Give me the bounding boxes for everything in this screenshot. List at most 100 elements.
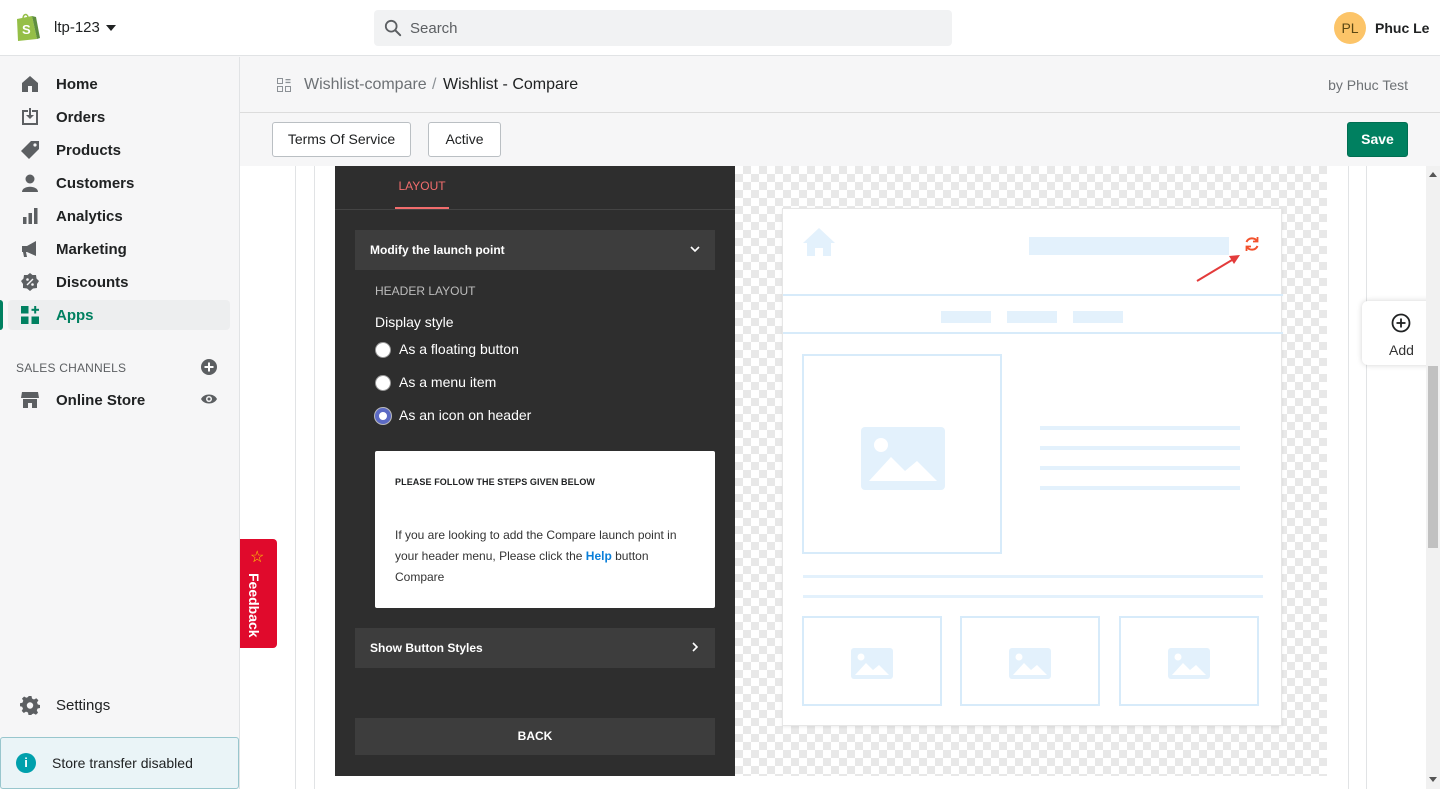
- sidebar-item-settings[interactable]: Settings: [8, 690, 230, 720]
- shopify-logo-icon[interactable]: S: [14, 12, 40, 42]
- home-icon: [22, 76, 38, 92]
- divider: [1348, 166, 1349, 789]
- radio-menu-item[interactable]: [375, 375, 391, 391]
- user-name[interactable]: Phuc Le: [1375, 20, 1429, 36]
- search-input[interactable]: Search: [410, 20, 458, 37]
- accordion-label: Modify the launch point: [370, 243, 505, 257]
- pointer-arrow-icon: [1196, 255, 1240, 282]
- sales-channels-title: SALES CHANNELS: [16, 361, 127, 375]
- sidebar-item-label: Marketing: [56, 241, 127, 258]
- sidebar-item-orders[interactable]: Orders: [8, 102, 230, 132]
- wireframe-illustration: [783, 228, 1283, 706]
- image-placeholder-icon: [1168, 648, 1210, 679]
- radio-label[interactable]: As a menu item: [399, 374, 496, 390]
- apps-grid-icon: [277, 78, 291, 92]
- editor-panel: LAYOUT Modify the launch point HEADER LA…: [335, 166, 735, 776]
- info-title: PLEASE FOLLOW THE STEPS GIVEN BELOW: [395, 477, 596, 487]
- tab-layout[interactable]: LAYOUT: [395, 166, 449, 209]
- sidebar-item-apps[interactable]: Apps: [0, 300, 230, 330]
- add-channel-icon[interactable]: [200, 358, 218, 376]
- bar-chart-icon: [23, 208, 38, 224]
- sidebar-item-label: Apps: [56, 307, 94, 324]
- store-transfer-banner: i Store transfer disabled: [0, 737, 239, 789]
- preview-canvas: [735, 166, 1327, 776]
- active-indicator: [0, 300, 3, 330]
- breadcrumb-separator: /: [432, 76, 437, 93]
- plus-circle-icon: [1391, 313, 1411, 333]
- sidebar: Home Orders Products Customers Analytics…: [0, 57, 240, 789]
- divider: [314, 166, 315, 789]
- sidebar-item-products[interactable]: Products: [8, 135, 230, 165]
- radio-label[interactable]: As an icon on header: [399, 407, 531, 423]
- info-box: PLEASE FOLLOW THE STEPS GIVEN BELOW If y…: [375, 451, 715, 608]
- sidebar-item-label: Products: [56, 142, 122, 159]
- sidebar-item-label: Orders: [56, 109, 106, 126]
- scrollbar[interactable]: [1426, 166, 1440, 789]
- sidebar-item-label: Discounts: [56, 274, 129, 291]
- accordion-label: Show Button Styles: [370, 641, 483, 655]
- page-title: Wishlist - Compare: [443, 76, 579, 93]
- terms-of-service-button[interactable]: Terms Of Service: [272, 122, 411, 157]
- megaphone-icon: [22, 241, 36, 257]
- orders-icon: [22, 108, 38, 125]
- divider: [295, 166, 296, 789]
- add-label: Add: [1389, 342, 1414, 358]
- page-header: Wishlist-compare / Wishlist - Compare by…: [240, 57, 1440, 113]
- info-icon: i: [16, 753, 36, 773]
- header-layout-title: HEADER LAYOUT: [375, 284, 476, 298]
- store-preview-mockup: [782, 208, 1283, 726]
- compare-icon: [1245, 237, 1259, 251]
- chevron-down-icon: [690, 246, 700, 253]
- gear-icon: [20, 696, 40, 715]
- app-author: by Phuc Test: [1328, 77, 1408, 93]
- radio-icon-on-header[interactable]: [375, 408, 391, 424]
- feedback-label: Feedback: [246, 573, 262, 638]
- sidebar-item-online-store[interactable]: Online Store: [8, 385, 230, 415]
- discount-icon: [21, 273, 39, 291]
- apps-icon: [21, 306, 39, 324]
- image-placeholder-icon: [1009, 648, 1051, 679]
- back-button[interactable]: BACK: [355, 718, 715, 755]
- scroll-thumb[interactable]: [1428, 366, 1438, 548]
- radio-floating-button[interactable]: [375, 342, 391, 358]
- sidebar-item-customers[interactable]: Customers: [8, 168, 230, 198]
- divider: [1366, 166, 1367, 789]
- scroll-up-arrow-icon[interactable]: [1429, 172, 1437, 177]
- svg-text:S: S: [22, 22, 31, 37]
- tab-divider: [335, 209, 735, 210]
- store-name[interactable]: ltp-123: [54, 19, 100, 36]
- radio-label[interactable]: As a floating button: [399, 341, 519, 357]
- sidebar-item-marketing[interactable]: Marketing: [8, 234, 230, 264]
- sidebar-item-analytics[interactable]: Analytics: [8, 201, 230, 231]
- sidebar-item-label: Home: [56, 76, 98, 93]
- sidebar-item-home[interactable]: Home: [8, 69, 230, 99]
- accordion-launch-point[interactable]: Modify the launch point: [355, 230, 715, 270]
- sidebar-item-label: Settings: [56, 697, 111, 714]
- help-link[interactable]: Help: [586, 549, 612, 563]
- caret-down-icon[interactable]: [106, 25, 116, 31]
- sidebar-item-discounts[interactable]: Discounts: [8, 267, 230, 297]
- display-style-title: Display style: [375, 314, 454, 330]
- avatar[interactable]: PL: [1334, 12, 1366, 44]
- image-placeholder-icon: [851, 648, 893, 679]
- scroll-down-arrow-icon[interactable]: [1429, 777, 1437, 782]
- store-icon: [21, 392, 39, 408]
- search-icon: [384, 19, 402, 37]
- home-icon: [803, 228, 835, 256]
- accordion-button-styles[interactable]: Show Button Styles: [355, 628, 715, 668]
- search-bar[interactable]: Search: [374, 10, 952, 46]
- breadcrumb-link[interactable]: Wishlist-compare: [304, 76, 427, 94]
- sidebar-item-label: Online Store: [56, 392, 146, 409]
- chevron-right-icon: [692, 642, 699, 652]
- image-placeholder-icon: [861, 427, 945, 490]
- feedback-tab[interactable]: ☆ Feedback: [240, 539, 277, 648]
- save-button[interactable]: Save: [1347, 122, 1408, 157]
- store-transfer-text: Store transfer disabled: [52, 755, 193, 771]
- top-bar: S ltp-123 Search PL Phuc Le: [0, 0, 1440, 56]
- star-icon: ☆: [250, 549, 265, 566]
- tag-icon: [21, 141, 39, 159]
- sidebar-item-label: Analytics: [56, 208, 123, 225]
- person-icon: [22, 174, 38, 192]
- eye-icon[interactable]: [200, 392, 218, 406]
- active-button[interactable]: Active: [428, 122, 501, 157]
